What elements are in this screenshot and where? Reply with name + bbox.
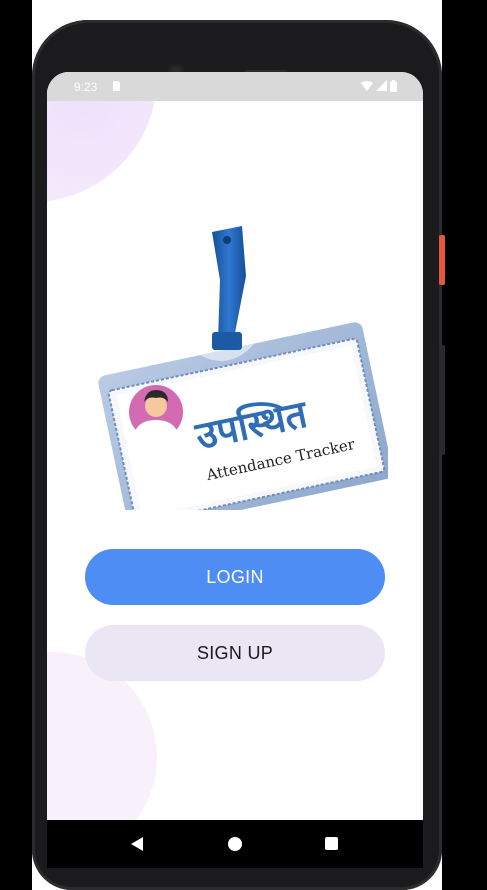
wifi-icon — [361, 81, 373, 91]
sim-icon — [113, 81, 120, 91]
avatar-icon — [129, 385, 183, 440]
battery-icon — [390, 80, 397, 92]
background-edge-right — [442, 0, 487, 890]
status-bar: 9:23 — [47, 72, 423, 101]
system-nav-bar — [47, 820, 423, 868]
background-edge-left — [0, 0, 32, 890]
status-icons — [361, 80, 397, 92]
home-icon[interactable] — [228, 837, 242, 851]
volume-button — [439, 345, 445, 455]
app-screen: 9:23 उपस्थित Attendance Tracker LOGIN SI… — [47, 72, 423, 820]
signal-icon — [376, 80, 387, 91]
back-icon[interactable] — [131, 837, 143, 851]
login-button[interactable]: LOGIN — [85, 549, 385, 605]
recents-icon[interactable] — [325, 837, 338, 850]
app-logo: उपस्थित Attendance Tracker — [98, 226, 388, 510]
status-time: 9:23 — [74, 80, 98, 94]
lanyard-clip — [212, 226, 246, 350]
power-button — [439, 235, 445, 285]
signup-button[interactable]: SIGN UP — [85, 625, 385, 681]
